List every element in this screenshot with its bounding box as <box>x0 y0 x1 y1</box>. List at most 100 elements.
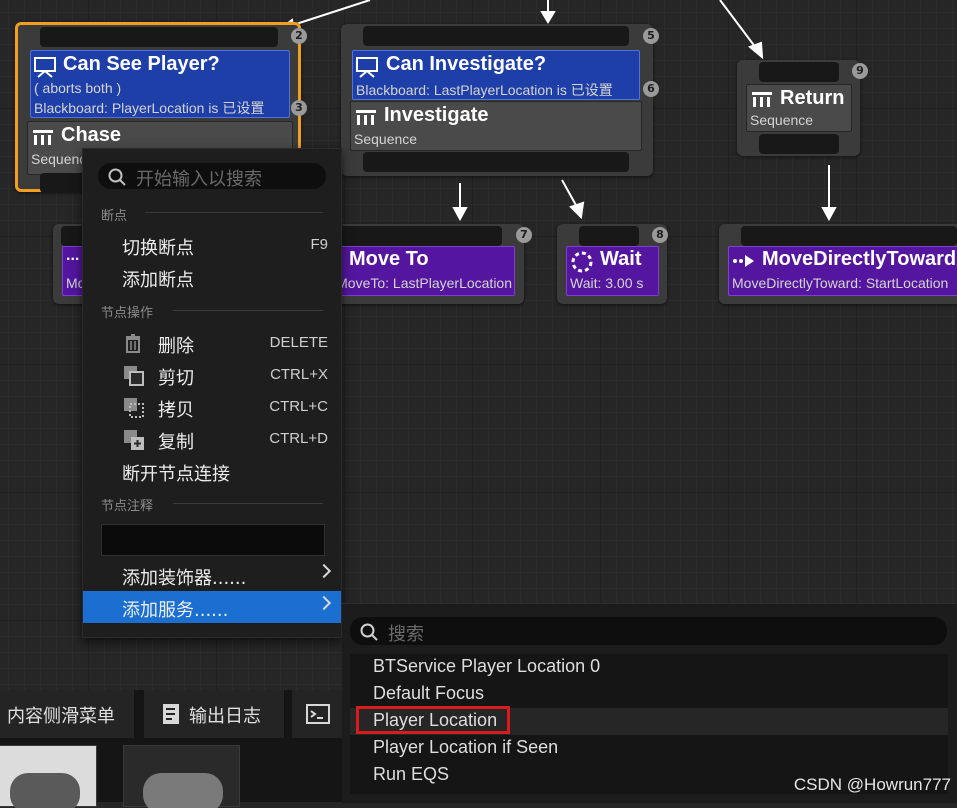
console-icon <box>306 704 330 724</box>
menu-item-copy[interactable]: 拷贝 CTRL+C <box>83 391 341 423</box>
execution-order-badge: 5 <box>643 28 659 44</box>
menu-item-label: 断开节点连接 <box>122 464 230 485</box>
return-composite[interactable]: Return Sequence <box>746 84 852 132</box>
menu-item-label: 添加断点 <box>122 270 194 291</box>
menu-item-shortcut: F9 <box>310 236 328 253</box>
menu-search-input[interactable]: 开始输入以搜索 <box>98 163 326 190</box>
trash-icon <box>126 334 140 353</box>
section-header: 节点操作 <box>101 306 154 321</box>
decorator-description: Blackboard: LastPlayerLocation is 已设置 <box>356 82 613 98</box>
menu-item-cut[interactable]: 剪切 CTRL+X <box>83 359 341 391</box>
menu-item-label: 添加装饰器...... <box>122 568 247 589</box>
menu-item-label: 添加服务...... <box>122 600 229 621</box>
decorator-order-badge: 6 <box>643 81 659 97</box>
task-title: MoveDirectlyToward <box>762 248 957 270</box>
search-placeholder: 搜索 <box>388 624 424 645</box>
menu-item-duplicate[interactable]: 复制 CTRL+D <box>83 423 341 455</box>
wire-to-wait <box>561 179 578 208</box>
cut-icon <box>124 366 144 386</box>
menu-item-add-breakpoint[interactable]: 添加断点 <box>83 261 341 293</box>
tab-label: 内容侧滑菜单 <box>7 706 115 727</box>
list-item-label: Player Location if Seen <box>373 737 559 757</box>
can-see-player-decorator[interactable]: Can See Player? ( aborts both ) Blackboa… <box>30 50 290 118</box>
composite-title: Return <box>780 87 845 109</box>
service-list: BTService Player Location 0 Default Focu… <box>350 654 948 794</box>
wire-arrowhead <box>452 207 468 222</box>
move-to-task[interactable]: Move To MoveTo: LastPlayerLocation <box>339 246 515 296</box>
menu-item-label: 拷贝 <box>158 400 194 421</box>
menu-item-toggle-breakpoint[interactable]: 切换断点 F9 <box>83 229 341 261</box>
move-directly-task[interactable]: MoveDirectlyToward MoveDirectlyToward: S… <box>728 246 957 296</box>
tab-label: 输出日志 <box>189 706 261 727</box>
section-header: 节点注释 <box>101 499 154 514</box>
wire-arrowhead <box>569 201 585 220</box>
list-item[interactable]: BTService Player Location 0 <box>350 654 948 681</box>
menu-item-label: 剪切 <box>158 368 194 389</box>
execution-order-badge: 8 <box>652 227 668 243</box>
tab-content-drawer[interactable]: 内容侧滑菜单 <box>0 690 135 738</box>
list-item[interactable]: Player Location if Seen <box>350 735 948 762</box>
task-description: MoveTo: LastPlayerLocation <box>340 275 512 291</box>
menu-item-label: 切换断点 <box>122 238 194 259</box>
wire-arrowhead <box>821 207 837 222</box>
execution-order-badge: 2 <box>291 28 307 44</box>
menu-item-label: 删除 <box>158 336 194 357</box>
tab-console[interactable] <box>292 690 343 738</box>
copy-icon <box>124 398 144 418</box>
move-arrow-icon <box>733 255 754 267</box>
task-description: Wait: 3.00 s <box>570 275 644 291</box>
menu-item-break-links[interactable]: 断开节点连接 <box>83 455 341 487</box>
wire-to-can-see-player <box>289 0 371 27</box>
section-header: 断点 <box>101 209 128 224</box>
list-item[interactable]: Default Focus <box>350 681 948 708</box>
tab-output-log[interactable]: 输出日志 <box>144 690 285 738</box>
list-item-label: Default Focus <box>373 683 485 703</box>
chevron-right-icon <box>316 595 332 611</box>
task-description: MoveDirectlyToward: StartLocation <box>732 275 949 291</box>
submenu-search-input[interactable]: 搜索 <box>350 617 947 645</box>
decorator-title: Can Investigate? <box>386 53 547 75</box>
task-title: ... <box>66 247 80 264</box>
list-item-label: BTService Player Location 0 <box>373 656 601 676</box>
execution-order-badge: 9 <box>852 63 868 79</box>
menu-item-add-service[interactable]: 添加服务...... <box>83 591 341 623</box>
investigate-node[interactable]: 5 Can Investigate? Blackboard: LastPlaye… <box>341 24 659 176</box>
asset-thumbnail[interactable] <box>0 745 97 808</box>
asset-thumbnail[interactable] <box>123 745 240 808</box>
menu-item-shortcut: CTRL+C <box>269 398 328 415</box>
composite-type: Sequence <box>354 131 418 147</box>
gamepad-icon <box>10 773 80 808</box>
menu-item-shortcut: DELETE <box>269 334 328 351</box>
sequence-icon <box>356 110 376 125</box>
menu-item-add-decorator[interactable]: 添加装饰器...... <box>83 559 341 591</box>
menu-item-shortcut: CTRL+D <box>269 430 328 447</box>
can-investigate-decorator[interactable]: Can Investigate? Blackboard: LastPlayerL… <box>352 50 640 100</box>
decorator-order-badge: 3 <box>291 100 307 116</box>
gamepad-icon <box>143 773 223 808</box>
context-menu: 开始输入以搜索 断点 切换断点 F9 添加断点 节点操作 删除 DELETE 剪… <box>82 148 342 638</box>
menu-item-shortcut: CTRL+X <box>270 366 328 383</box>
search-placeholder: 开始输入以搜索 <box>136 169 262 190</box>
wait-node[interactable]: 8 Wait Wait: 3.00 s <box>557 224 668 304</box>
return-node[interactable]: 9 Return Sequence <box>737 60 868 156</box>
menu-item-delete[interactable]: 删除 DELETE <box>83 327 341 359</box>
move-to-node[interactable]: 7 Move To MoveTo: LastPlayerLocation <box>330 224 532 304</box>
move-directly-node[interactable]: MoveDirectlyToward MoveDirectlyToward: S… <box>719 224 957 304</box>
decorator-title: Can See Player? <box>63 53 220 75</box>
decorator-icon <box>34 57 56 78</box>
decorator-description: Blackboard: PlayerLocation is 已设置 <box>34 100 265 116</box>
wait-task[interactable]: Wait Wait: 3.00 s <box>566 246 659 296</box>
wait-icon <box>571 251 593 273</box>
sequence-icon <box>33 130 53 145</box>
task-title: Move To <box>349 248 429 270</box>
highlight-box <box>356 706 510 734</box>
watermark: CSDN @Howrun777 <box>793 775 951 794</box>
node-comment-input[interactable] <box>101 524 325 556</box>
decorator-icon <box>356 57 378 78</box>
wire-to-return <box>719 0 757 49</box>
search-icon <box>108 168 126 186</box>
composite-type: Sequence <box>750 112 814 128</box>
investigate-composite[interactable]: Investigate Sequence <box>350 101 642 151</box>
list-item[interactable]: Player Location <box>350 706 948 735</box>
decorator-abort-mode: ( aborts both ) <box>34 80 122 96</box>
